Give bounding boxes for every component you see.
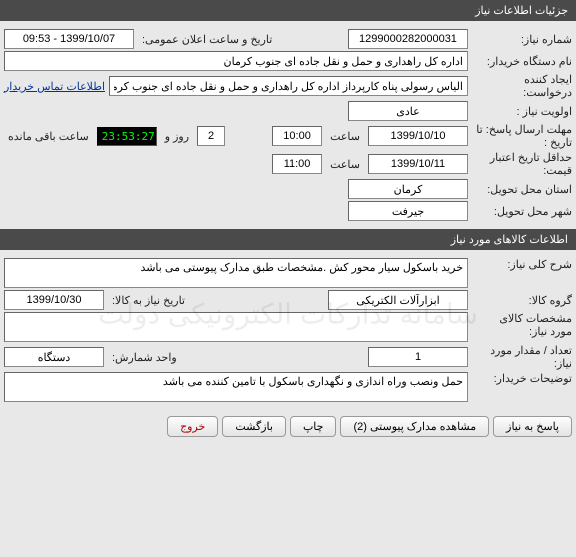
credit-date-input[interactable] [368,154,468,174]
general-desc-label: شرح کلی نیاز: [472,258,572,271]
back-button[interactable]: بازگشت [222,416,286,437]
announce-label: تاریخ و ساعت اعلان عمومی: [138,33,344,46]
creator-label: ایجاد کننده درخواست: [472,73,572,99]
countdown-timer: 23:53:27 [97,127,157,146]
buyer-notes-input[interactable]: حمل ونصب وراه اندازی و نگهداری باسکول با… [4,372,468,402]
priority-label: اولویت نیاز : [472,105,572,118]
creator-input[interactable] [109,76,468,96]
province-input[interactable] [348,179,468,199]
qty-label: تعداد / مقدار مورد نیاز: [472,344,572,370]
buyer-org-label: نام دستگاه خریدار: [472,55,572,68]
group-input[interactable] [328,290,468,310]
spec-label: مشخصات کالای مورد نیاز: [472,312,572,338]
credit-time-input[interactable] [272,154,322,174]
print-button[interactable]: چاپ [290,416,337,437]
spec-input[interactable] [4,312,468,342]
days-suffix: روز و [161,130,193,143]
button-bar: پاسخ به نیاز مشاهده مدارک پیوستی (2) چاپ… [0,410,576,443]
buyer-contact-link[interactable]: اطلاعات تماس خریدار [4,80,105,93]
remain-label: ساعت باقی مانده [4,130,93,143]
min-credit-label: حداقل تاریخ اعتبار قیمت: [472,151,572,177]
goods-body: شرح کلی نیاز: خرید باسکول سیار محور کش .… [0,250,576,410]
need-date-label: تاریخ نیاز به کالا: [108,294,324,307]
buyer-org-input[interactable] [4,51,468,71]
deadline-time-input[interactable] [272,126,322,146]
need-date-input[interactable] [4,290,104,310]
need-info-header: جزئیات اطلاعات نیاز [0,0,576,21]
qty-input[interactable] [368,347,468,367]
priority-input[interactable] [348,101,468,121]
unit-input[interactable] [4,347,104,367]
view-attachments-button[interactable]: مشاهده مدارک پیوستی (2) [340,416,489,437]
deadline-date-input[interactable] [368,126,468,146]
time-label-1: ساعت [326,130,364,143]
group-label: گروه کالا: [472,294,572,307]
city-input[interactable] [348,201,468,221]
general-desc-input[interactable]: خرید باسکول سیار محور کش .مشخصات طبق مدا… [4,258,468,288]
need-no-label: شماره نیاز: [472,33,572,46]
city-label: شهر محل تحویل: [472,205,572,218]
time-label-2: ساعت [326,158,364,171]
unit-label: واحد شمارش: [108,351,364,364]
exit-button[interactable]: خروج [167,416,218,437]
need-info-body: شماره نیاز: تاریخ و ساعت اعلان عمومی: نا… [0,21,576,229]
goods-header: اطلاعات کالاهای مورد نیاز [0,229,576,250]
respond-button[interactable]: پاسخ به نیاز [493,416,572,437]
deadline-label: مهلت ارسال پاسخ: تا تاریخ : [472,123,572,149]
province-label: استان محل تحویل: [472,183,572,196]
days-input[interactable] [197,126,225,146]
buyer-notes-label: توضیحات خریدار: [472,372,572,385]
need-no-input[interactable] [348,29,468,49]
announce-input[interactable] [4,29,134,49]
